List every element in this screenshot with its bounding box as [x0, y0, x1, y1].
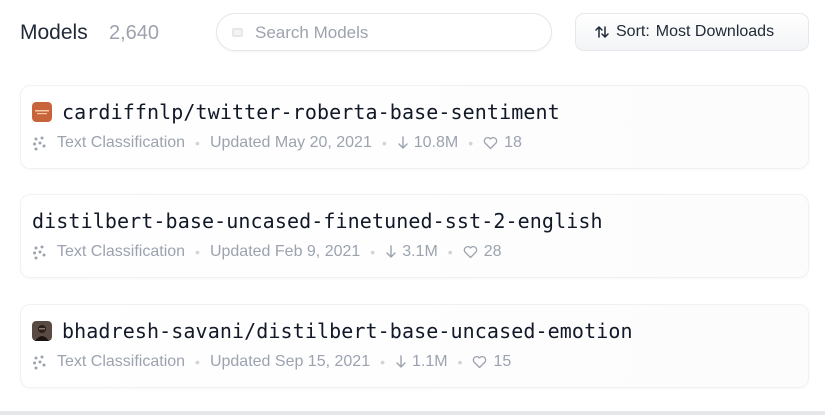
separator-dot: •	[381, 135, 387, 151]
download-icon	[396, 355, 406, 368]
user-avatar	[32, 321, 52, 341]
model-meta: Text Classification • Updated Sep 15, 20…	[32, 351, 511, 373]
heart-icon	[463, 245, 477, 259]
download-count: 10.8M	[413, 134, 459, 151]
cardiffnlp-avatar	[32, 102, 52, 122]
page-title: Models	[20, 21, 88, 44]
download-count: 3.1M	[402, 243, 438, 260]
model-name[interactable]: cardiffnlp/twitter-roberta-base-sentimen…	[62, 100, 560, 124]
search-input[interactable]	[255, 22, 535, 44]
task-label[interactable]: Text Classification	[57, 243, 185, 261]
task-label[interactable]: Text Classification	[57, 134, 185, 152]
model-meta: Text Classification • Updated Feb 9, 202…	[32, 241, 501, 263]
download-icon	[398, 136, 408, 149]
text-classification-icon	[33, 136, 46, 151]
model-meta: Text Classification • Updated May 20, 20…	[32, 132, 522, 154]
separator-dot: •	[370, 244, 376, 260]
search-icon	[232, 28, 243, 37]
updated-date: Updated May 20, 2021	[209, 134, 372, 151]
model-card-header: distilbert-base-uncased-finetuned-sst-2-…	[32, 208, 603, 234]
model-name[interactable]: bhadresh-savani/distilbert-base-uncased-…	[62, 319, 633, 343]
separator-dot: •	[195, 354, 200, 370]
models-header: Models 2,640 Sort: Most Downloads	[0, 0, 825, 66]
bottom-divider	[0, 411, 825, 415]
updated-date: Updated Feb 9, 2021	[209, 243, 361, 260]
model-card[interactable]: bhadresh-savani/distilbert-base-uncased-…	[20, 304, 809, 388]
like-count: 15	[493, 353, 512, 370]
separator-dot: •	[468, 135, 474, 151]
model-card-header: bhadresh-savani/distilbert-base-uncased-…	[32, 318, 633, 344]
model-card-header: cardiffnlp/twitter-roberta-base-sentimen…	[32, 99, 560, 125]
text-classification-icon	[33, 245, 46, 260]
sort-value: Most Downloads	[655, 23, 775, 40]
like-count: 28	[483, 243, 502, 260]
task-label[interactable]: Text Classification	[57, 353, 185, 371]
sort-label: Sort:	[616, 23, 650, 40]
text-classification-icon	[33, 355, 46, 370]
like-count: 18	[504, 134, 522, 151]
separator-dot: •	[457, 354, 463, 370]
model-card[interactable]: distilbert-base-uncased-finetuned-sst-2-…	[20, 194, 809, 278]
updated-date: Updated Sep 15, 2021	[209, 353, 371, 370]
heart-icon	[473, 355, 487, 369]
separator-dot: •	[195, 135, 200, 151]
download-count: 1.1M	[412, 353, 448, 370]
models-count: 2,640	[109, 22, 160, 44]
sort-arrows-icon	[595, 26, 609, 38]
search-bar[interactable]	[216, 13, 552, 51]
model-card[interactable]: cardiffnlp/twitter-roberta-base-sentimen…	[20, 85, 809, 169]
heart-icon	[483, 136, 498, 150]
model-name[interactable]: distilbert-base-uncased-finetuned-sst-2-…	[32, 209, 603, 233]
separator-dot: •	[195, 244, 200, 260]
sort-button[interactable]: Sort: Most Downloads	[575, 13, 809, 51]
separator-dot: •	[447, 244, 453, 260]
separator-dot: •	[380, 354, 385, 370]
download-icon	[386, 245, 396, 258]
